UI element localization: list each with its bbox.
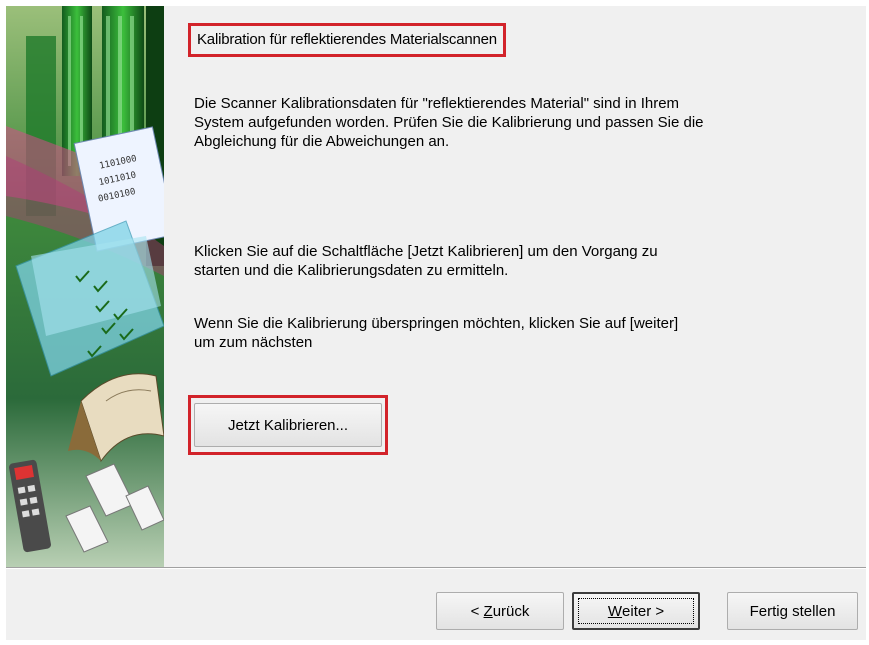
wizard-content-panel: Kalibration für reflektierendes Material… (164, 6, 866, 567)
next-button[interactable]: Weiter > (572, 592, 700, 630)
skip-text: Wenn Sie die Kalibrierung überspringen m… (194, 315, 679, 351)
calibrate-now-button[interactable]: Jetzt Kalibrieren... (194, 403, 382, 447)
back-button-label: urück (492, 602, 530, 620)
page-title: Kalibration für reflektierendes Material… (188, 23, 506, 57)
next-button-mnemonic: W (607, 602, 623, 620)
finish-button[interactable]: Fertig stellen (727, 592, 858, 630)
wizard-dialog: 1101000 1011010 0010100 Kalibration für … (6, 6, 866, 640)
back-button[interactable]: < Zurück (436, 592, 564, 630)
back-button-mnemonic: Z (483, 602, 493, 620)
next-button-label: eiter > (622, 602, 665, 620)
wizard-footer: < Zurück Weiter > Fertig stellen (6, 569, 866, 640)
back-button-prefix: < (470, 602, 484, 620)
next-button-focus-ring: Weiter > (578, 598, 694, 624)
wizard-banner-image: 1101000 1011010 0010100 (6, 6, 164, 567)
intro-text: Die Scanner Kalibrationsdaten für "refle… (194, 95, 704, 150)
instruction-text: Klicken Sie auf die Schaltfläche [Jetzt … (194, 243, 658, 279)
